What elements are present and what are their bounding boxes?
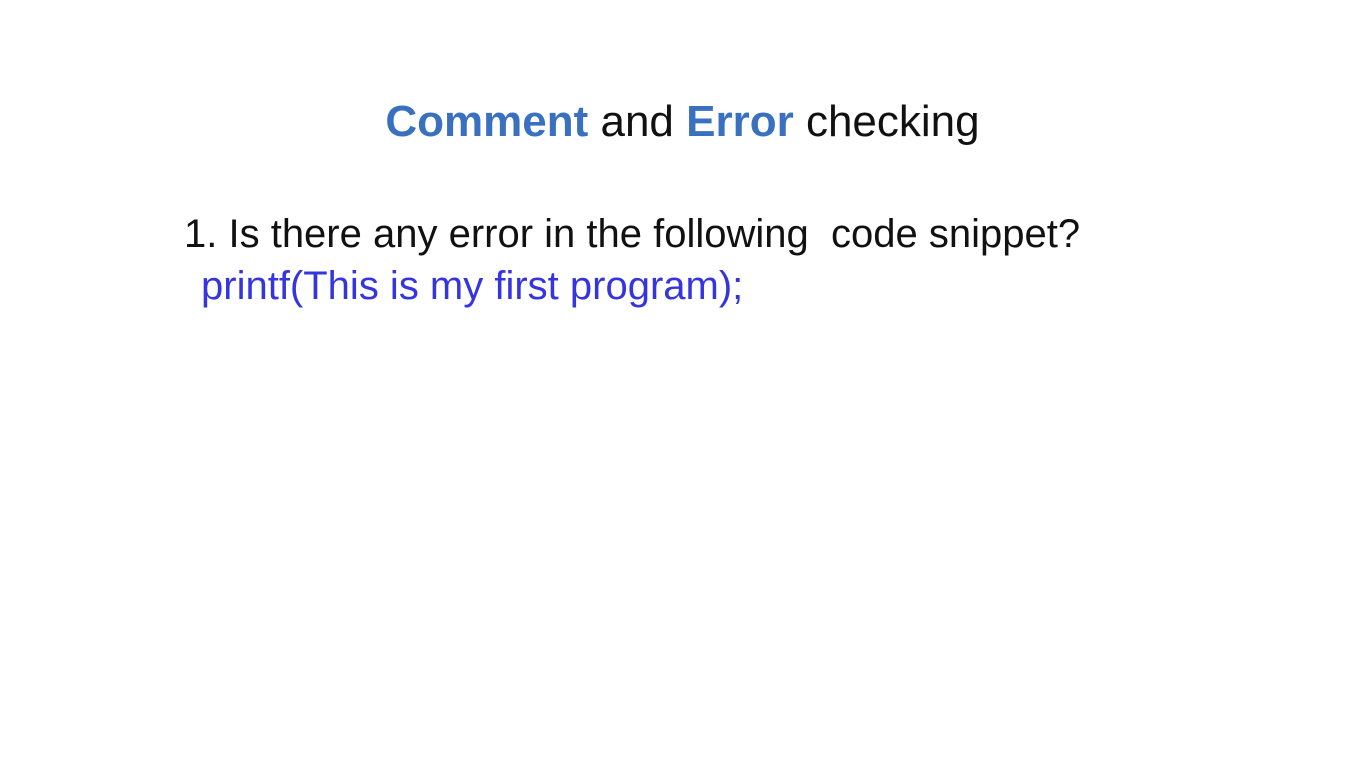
code-snippet: printf(This is my first program);	[201, 264, 744, 308]
question-text: 1. Is there any error in the following c…	[184, 212, 1081, 256]
slide-title: Comment and Error checking	[0, 92, 1365, 152]
title-highlight-error: Error	[686, 97, 794, 146]
title-rest: checking	[793, 97, 980, 146]
title-connector: and	[588, 97, 687, 146]
title-highlight-comment: Comment	[385, 97, 589, 146]
slide: Comment and Error checking 1. Is there a…	[0, 0, 1365, 767]
